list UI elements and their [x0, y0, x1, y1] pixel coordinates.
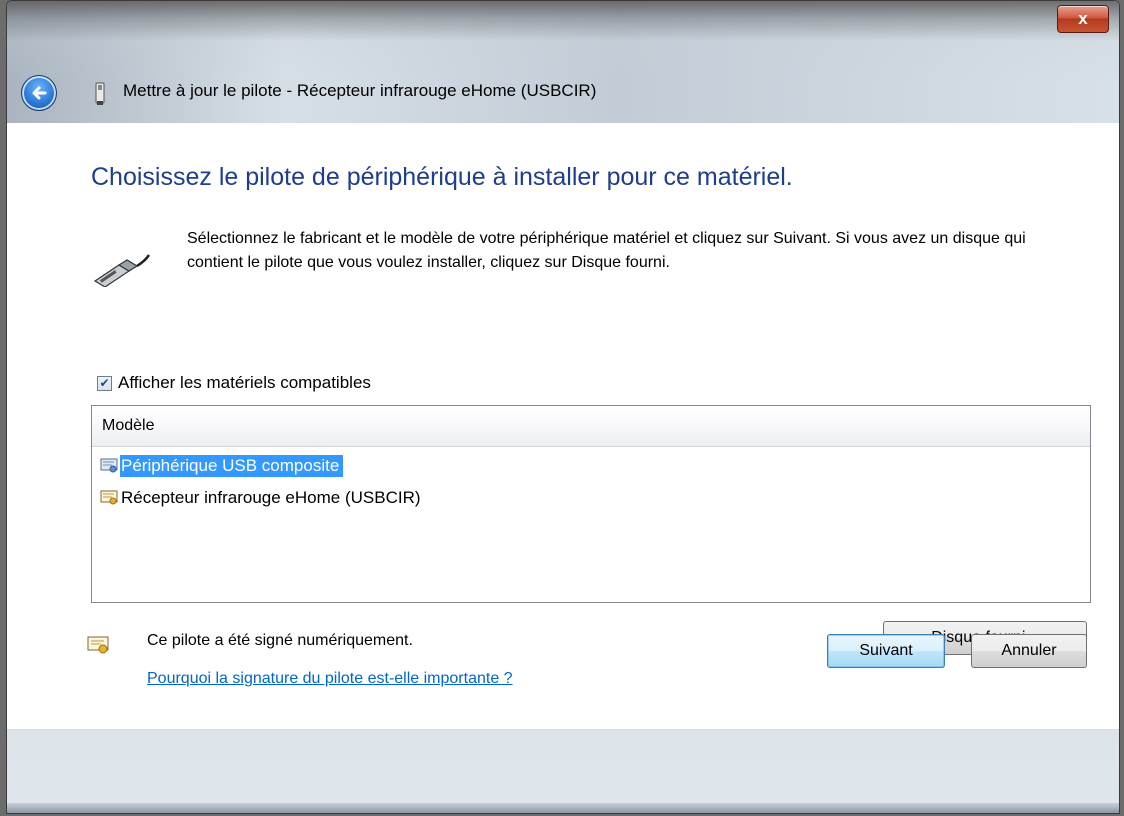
certificate-icon	[100, 490, 118, 505]
model-list[interactable]: Modèle Périphérique USB composite Récept…	[91, 405, 1091, 603]
usb-device-icon	[95, 82, 105, 105]
certificate-icon	[87, 636, 109, 654]
signature-status: Ce pilote a été signé numériquement.	[147, 632, 413, 649]
list-item[interactable]: Récepteur infrarouge eHome (USBCIR)	[100, 486, 425, 510]
show-compatible-checkbox[interactable]: ✔	[97, 375, 112, 391]
cancel-button[interactable]: Annuler	[971, 634, 1087, 668]
list-item-label: Périphérique USB composite	[120, 455, 344, 477]
close-button[interactable]: x	[1057, 5, 1109, 33]
back-arrow-icon	[32, 86, 47, 100]
dialog-window: x Mettre à jour le pilote - Récepteur in…	[6, 0, 1120, 814]
certificate-icon	[100, 458, 118, 473]
wizard-content: Choisissez le pilote de périphérique à i…	[7, 123, 1119, 729]
instruction-text: Sélectionnez le fabricant et le modèle d…	[187, 230, 1026, 271]
page-heading: Choisissez le pilote de périphérique à i…	[91, 163, 793, 191]
close-icon: x	[1078, 9, 1088, 28]
model-column-header[interactable]: Modèle	[92, 406, 1090, 447]
signature-info-link[interactable]: Pourquoi la signature du pilote est-elle…	[147, 670, 513, 688]
footer-separator	[7, 729, 1119, 730]
model-column-header-label: Modèle	[102, 417, 155, 434]
next-button[interactable]: Suivant	[827, 634, 945, 668]
title-bar: x Mettre à jour le pilote - Récepteur in…	[7, 1, 1119, 123]
window-bottom-frame	[7, 803, 1119, 813]
show-compatible-label[interactable]: Afficher les matériels compatibles	[118, 373, 371, 393]
back-button[interactable]	[21, 75, 57, 111]
window-title: Mettre à jour le pilote - Récepteur infr…	[123, 81, 597, 100]
list-item-label: Récepteur infrarouge eHome (USBCIR)	[121, 488, 421, 507]
usb-cable-icon	[93, 254, 151, 287]
list-item[interactable]: Périphérique USB composite	[100, 454, 344, 478]
show-compatible-checkbox-row[interactable]: ✔ Afficher les matériels compatibles	[97, 373, 371, 393]
